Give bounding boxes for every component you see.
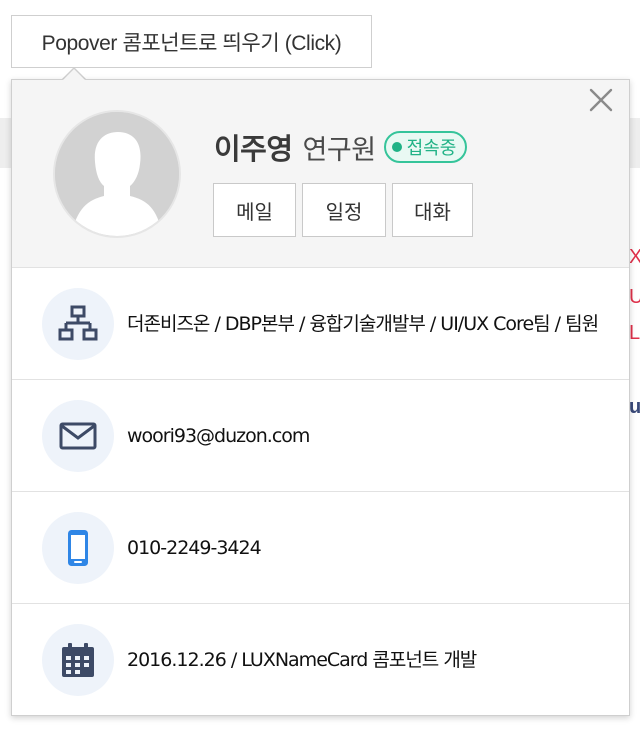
mobile-phone-icon <box>68 529 88 566</box>
mail-button[interactable]: 메일 <box>213 183 296 237</box>
background-letter: U <box>629 286 640 308</box>
user-name: 이주영 <box>214 132 293 166</box>
name-row: 이주영 연구원 접속중 <box>214 126 468 168</box>
note-text: 2016.12.26 / LUXNameCard 콤포넌트 개발 <box>127 649 477 671</box>
close-icon <box>589 88 613 112</box>
popover-arrow-fill <box>63 69 85 80</box>
mail-icon <box>59 422 97 449</box>
namecard-popover: 이주영 연구원 접속중 메일 일정 대화 더존비즈온 / DBP본부 / 융합기… <box>11 79 630 716</box>
chat-button[interactable]: 대화 <box>392 183 473 237</box>
detail-row-email: woori93@duzon.com <box>12 380 629 492</box>
organization-text: 더존비즈온 / DBP본부 / 융합기술개발부 / UI/UX Core팀 / … <box>127 312 599 335</box>
background-letter: u <box>629 396 640 418</box>
phone-number[interactable]: 010-2249-3424 <box>127 532 609 564</box>
action-buttons: 메일 일정 대화 <box>213 183 473 237</box>
org-chart-icon <box>58 305 98 340</box>
status-badge: 접속중 <box>383 131 468 163</box>
detail-row-organization: 더존비즈온 / DBP본부 / 융합기술개발부 / UI/UX Core팀 / … <box>12 268 629 380</box>
status-label: 접속중 <box>406 138 457 159</box>
phone-icon-wrap <box>42 511 114 584</box>
org-icon-wrap <box>42 287 114 360</box>
profile-header: 이주영 연구원 접속중 메일 일정 대화 <box>12 80 629 268</box>
calendar-icon-wrap <box>42 624 114 696</box>
detail-row-note: 2016.12.26 / LUXNameCard 콤포넌트 개발 <box>12 604 629 716</box>
status-dot-icon <box>391 142 402 152</box>
avatar-silhouette <box>55 112 179 236</box>
mail-icon-wrap <box>42 399 114 472</box>
detail-row-phone: 010-2249-3424 <box>12 492 629 604</box>
background-letter: X <box>629 246 640 268</box>
schedule-button[interactable]: 일정 <box>302 183 386 237</box>
background-letter: L <box>629 322 640 344</box>
close-button[interactable] <box>586 85 616 115</box>
user-title: 연구원 <box>302 134 377 166</box>
popover-trigger-button[interactable]: Popover 콤포넌트로 띄우기 (Click) <box>11 15 372 68</box>
email-link[interactable]: woori93@duzon.com <box>127 420 609 452</box>
calendar-icon <box>62 643 94 677</box>
avatar <box>53 110 181 238</box>
